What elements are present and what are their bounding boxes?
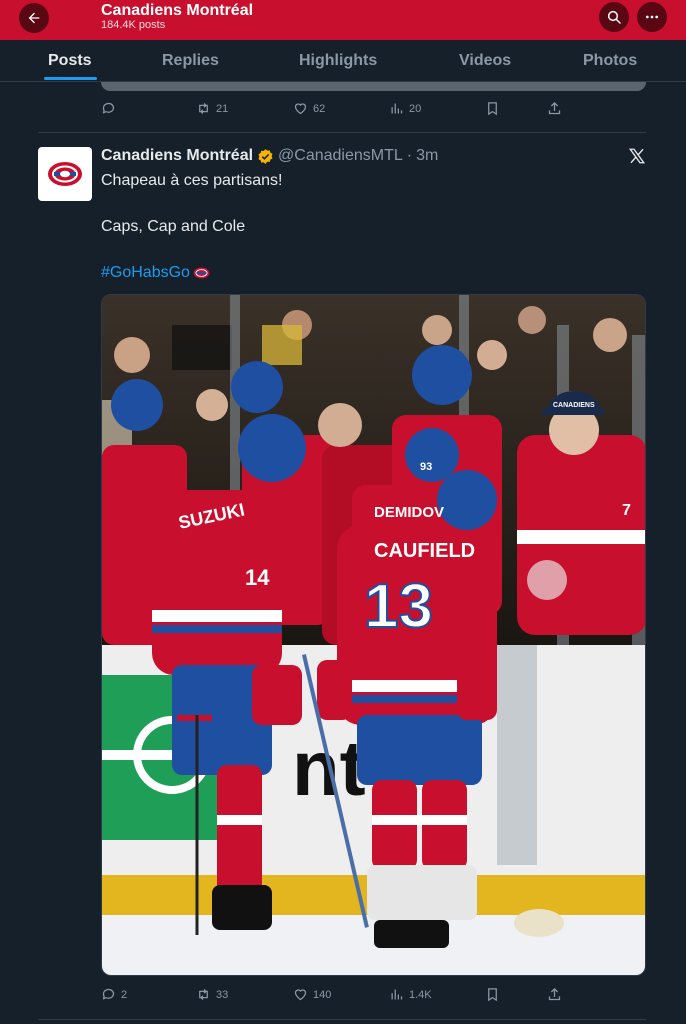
repost-icon bbox=[199, 989, 208, 1000]
canadiens-logo-icon bbox=[193, 267, 210, 279]
view-count: 1.4K bbox=[409, 988, 432, 1001]
reply-button[interactable] bbox=[101, 101, 121, 116]
x-logo-button[interactable] bbox=[628, 147, 646, 165]
previous-post-media[interactable] bbox=[101, 82, 646, 91]
search-button[interactable] bbox=[599, 2, 629, 32]
post-hashtag-line: #GoHabsGo bbox=[101, 264, 210, 282]
player-number-2: 13 bbox=[364, 572, 433, 641]
profile-tabs: Posts Replies Highlights Videos Photos bbox=[0, 40, 686, 82]
reply-button[interactable]: 2 bbox=[101, 987, 127, 1002]
post-divider bbox=[38, 1019, 646, 1020]
cap-text: CANADIENS bbox=[553, 402, 595, 409]
arrow-left-icon bbox=[28, 12, 40, 24]
heart-icon bbox=[294, 103, 307, 115]
like-count: 62 bbox=[313, 102, 326, 115]
author-name[interactable]: Canadiens Montréal bbox=[101, 147, 253, 165]
tab-replies[interactable]: Replies bbox=[162, 52, 219, 70]
hockey-photo: CANADIENS 7 nt ri SUZUKI 14 bbox=[102, 295, 645, 975]
views-button[interactable]: 20 bbox=[389, 101, 421, 116]
player-number-1: 14 bbox=[245, 565, 270, 590]
post-time[interactable]: 3m bbox=[416, 147, 438, 165]
canadiens-logo-icon bbox=[48, 162, 82, 186]
share-icon bbox=[548, 101, 561, 115]
avatar[interactable] bbox=[38, 147, 92, 201]
views-icon bbox=[391, 989, 403, 1000]
reply-icon bbox=[102, 102, 115, 114]
more-icon bbox=[646, 15, 658, 19]
post-count: 184.4K posts bbox=[101, 19, 166, 31]
tab-highlights[interactable]: Highlights bbox=[299, 52, 377, 70]
tab-photos[interactable]: Photos bbox=[583, 52, 637, 70]
player-name-2: CAUFIELD bbox=[374, 540, 475, 562]
repost-icon bbox=[199, 103, 208, 114]
reply-icon bbox=[102, 988, 115, 1000]
previous-post-actions: 21 62 20 bbox=[101, 101, 561, 121]
author-handle[interactable]: @CanadiensMTL bbox=[278, 147, 403, 165]
player-number-3: 93 bbox=[420, 461, 432, 473]
repost-button[interactable]: 33 bbox=[196, 987, 228, 1002]
back-button[interactable] bbox=[19, 3, 49, 33]
repost-button[interactable]: 21 bbox=[196, 101, 228, 116]
views-icon bbox=[391, 103, 403, 114]
profile-title: Canadiens Montréal bbox=[101, 2, 254, 19]
post-header: Canadiens Montréal @CanadiensMTL · 3m bbox=[101, 146, 438, 166]
like-count: 140 bbox=[313, 988, 332, 1001]
repost-count: 33 bbox=[216, 988, 229, 1001]
share-icon bbox=[548, 987, 561, 1001]
tab-videos[interactable]: Videos bbox=[459, 52, 511, 70]
active-tab-indicator bbox=[44, 77, 97, 80]
share-button[interactable] bbox=[547, 987, 562, 1002]
x-logo-icon bbox=[628, 148, 646, 164]
views-button[interactable]: 1.4K bbox=[389, 987, 432, 1002]
bookmark-button[interactable] bbox=[485, 101, 500, 116]
handle-separator: · bbox=[406, 147, 413, 164]
tab-posts[interactable]: Posts bbox=[48, 52, 92, 70]
bookmark-button[interactable] bbox=[485, 987, 500, 1002]
more-button[interactable] bbox=[637, 2, 667, 32]
heart-icon bbox=[294, 989, 307, 1001]
repost-count: 21 bbox=[216, 102, 229, 115]
reply-count: 2 bbox=[121, 988, 128, 1001]
like-button[interactable]: 140 bbox=[293, 987, 331, 1002]
bookmark-icon bbox=[488, 102, 497, 116]
post-divider bbox=[38, 132, 646, 133]
profile-header: Canadiens Montréal 184.4K posts bbox=[0, 0, 686, 40]
search-icon bbox=[607, 10, 621, 24]
view-count: 20 bbox=[409, 102, 422, 115]
player-name-3: DEMIDOV bbox=[374, 504, 444, 521]
bookmark-icon bbox=[488, 988, 497, 1002]
post-text-line-1: Chapeau à ces partisans! bbox=[101, 172, 283, 189]
post-photo[interactable]: CANADIENS 7 nt ri SUZUKI 14 bbox=[101, 294, 646, 976]
svg-text:7: 7 bbox=[622, 502, 631, 519]
like-button[interactable]: 62 bbox=[293, 101, 325, 116]
verified-badge-icon bbox=[258, 148, 273, 164]
share-button[interactable] bbox=[547, 101, 562, 116]
hashtag-link[interactable]: #GoHabsGo bbox=[101, 264, 190, 282]
post-actions: 2 33 140 1.4K bbox=[101, 987, 561, 1007]
post-text-line-2: Caps, Cap and Cole bbox=[101, 218, 246, 235]
